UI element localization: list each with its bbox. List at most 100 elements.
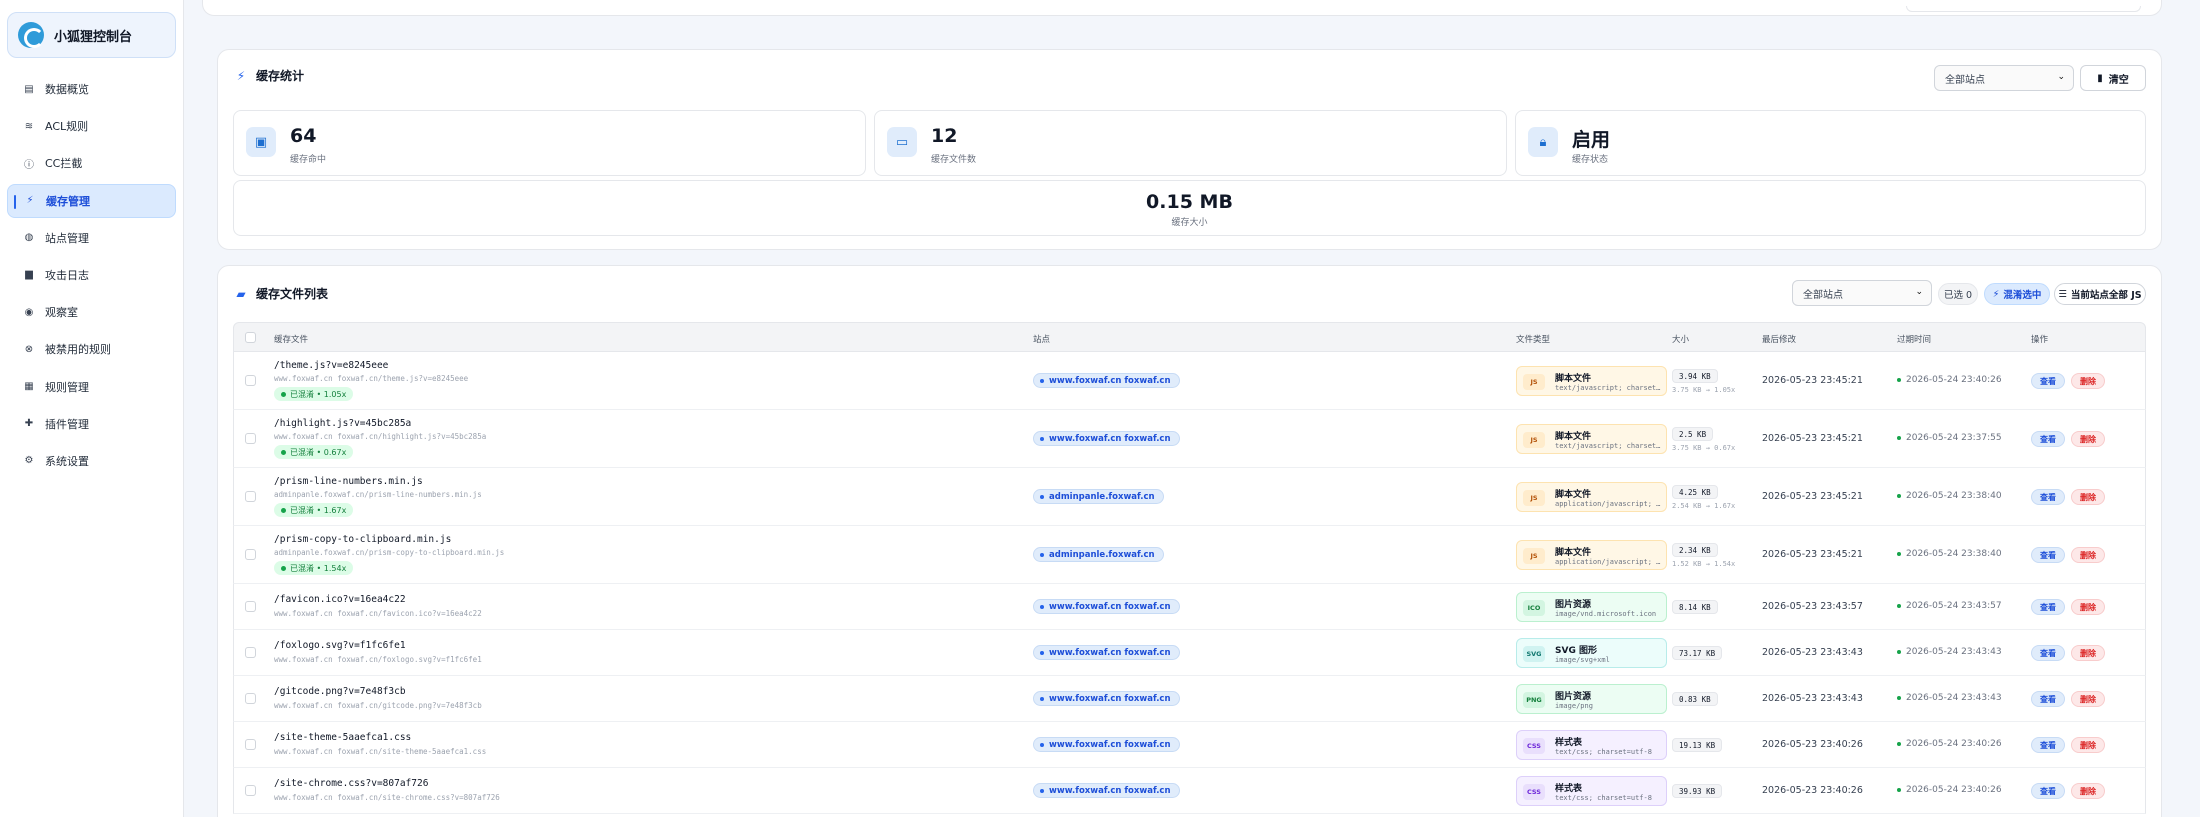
view-button[interactable]: 查看 xyxy=(2031,737,2065,753)
view-button[interactable]: 查看 xyxy=(2031,645,2065,661)
file-size: 2.34 KB xyxy=(1672,543,1718,557)
file-name[interactable]: /site-theme-5aaefca1.css xyxy=(274,732,411,743)
stat-files-label: 缓存文件数 xyxy=(931,155,977,165)
sidebar-item-7[interactable]: ⊗ 被禁用的规则 xyxy=(7,332,176,366)
sidebar-item-1[interactable]: ≋ ACL规则 xyxy=(7,109,176,143)
file-type-mime: application/javascript; charset=utf-8 xyxy=(1555,500,1663,508)
stats-site-select[interactable]: 全部站点 ⌄ xyxy=(1934,65,2074,91)
sidebar-item-label: 站点管理 xyxy=(45,231,89,245)
delete-button[interactable]: 删除 xyxy=(2071,489,2105,505)
cache-list-title: ▰ 缓存文件列表 xyxy=(234,285,328,302)
sidebar-item-4[interactable]: ◍ 站点管理 xyxy=(7,221,176,255)
file-name[interactable]: /prism-line-numbers.min.js xyxy=(274,476,423,487)
file-name[interactable]: /highlight.js?v=45bc285a xyxy=(274,418,411,429)
delete-button[interactable]: 删除 xyxy=(2071,547,2105,563)
hits-icon: ▣ xyxy=(246,127,276,157)
view-button[interactable]: 查看 xyxy=(2031,489,2065,505)
obfuscated-badge: 已混淆 • 1.05x xyxy=(274,387,354,401)
file-path: www.foxwaf.cn foxwaf.cn/gitcode.png?v=7e… xyxy=(274,701,482,710)
delete-button[interactable]: 删除 xyxy=(2071,691,2105,707)
row-checkbox[interactable] xyxy=(245,433,256,444)
select-all-checkbox[interactable] xyxy=(245,332,256,343)
file-size: 19.13 KB xyxy=(1672,738,1723,752)
modified-time: 2026-05-23 23:40:26 xyxy=(1762,785,1863,796)
bolt-icon: ⚡ xyxy=(236,68,246,83)
brand[interactable]: 小狐狸控制台 xyxy=(7,12,176,58)
list-site-select[interactable]: 全部站点 ⌄ xyxy=(1792,280,1932,306)
file-type-title: 图片资源 xyxy=(1555,600,1592,610)
site-badge[interactable]: www.foxwaf.cn foxwaf.cn xyxy=(1033,737,1180,752)
file-name[interactable]: /favicon.ico?v=16ea4c22 xyxy=(274,594,406,605)
view-button[interactable]: 查看 xyxy=(2031,783,2065,799)
row-checkbox[interactable] xyxy=(245,693,256,704)
row-checkbox[interactable] xyxy=(245,375,256,386)
file-path: adminpanle.foxwaf.cn/prism-copy-to-clipb… xyxy=(274,548,505,557)
file-name[interactable]: /theme.js?v=e8245eee xyxy=(274,360,388,371)
clear-cache-button[interactable]: ▮ 清空 xyxy=(2080,65,2146,91)
file-type-mime: image/png xyxy=(1555,702,1593,710)
rules-icon: ▦ xyxy=(24,381,34,392)
previous-card-control[interactable] xyxy=(1906,6,2141,12)
row-checkbox[interactable] xyxy=(245,491,256,502)
cache-stats-title-text: 缓存统计 xyxy=(256,69,305,83)
chevron-down-icon: ⌄ xyxy=(1915,287,1923,297)
js-file-icon: JS xyxy=(1523,490,1545,506)
view-button[interactable]: 查看 xyxy=(2031,691,2065,707)
cache-list-title-text: 缓存文件列表 xyxy=(256,287,329,301)
sidebar-item-8[interactable]: ▦ 规则管理 xyxy=(7,370,176,404)
col-modified: 最后修改 xyxy=(1762,335,1797,345)
sidebar-item-label: ACL规则 xyxy=(45,120,89,134)
sidebar-item-3[interactable]: ⚡ 缓存管理 xyxy=(7,183,176,218)
site-badge[interactable]: www.foxwaf.cn foxwaf.cn xyxy=(1033,599,1180,614)
delete-button[interactable]: 删除 xyxy=(2071,599,2105,615)
file-size-ratio: 3.75 KB → 1.05x xyxy=(1672,386,1736,394)
file-name[interactable]: /prism-copy-to-clipboard.min.js xyxy=(274,534,451,545)
file-name[interactable]: /foxlogo.svg?v=f1fc6fe1 xyxy=(274,640,406,651)
view-button[interactable]: 查看 xyxy=(2031,373,2065,389)
table-row: /theme.js?v=e8245eee www.foxwaf.cn foxwaf… xyxy=(233,352,2146,410)
sidebar-item-10[interactable]: ⚙ 系统设置 xyxy=(7,444,176,478)
row-checkbox[interactable] xyxy=(245,601,256,612)
row-checkbox[interactable] xyxy=(245,785,256,796)
site-all-js-button[interactable]: ☰ 当前站点全部 JS xyxy=(2054,283,2146,305)
sidebar-item-2[interactable]: ⓘ CC拦截 xyxy=(7,146,176,180)
site-badge[interactable]: www.foxwaf.cn foxwaf.cn xyxy=(1033,373,1180,388)
view-button[interactable]: 查看 xyxy=(2031,547,2065,563)
sidebar-nav: ▤ 数据概览 ≋ ACL规则 ⓘ CC拦截 ⚡ 缓存管理 ◍ 站点管理 ▆ 攻击日志 ◉ 观察室 ⊗ 被禁用的… xyxy=(7,72,176,481)
site-badge[interactable]: www.foxwaf.cn foxwaf.cn xyxy=(1033,691,1180,706)
obfuscated-badge: 已混淆 • 0.67x xyxy=(274,445,354,459)
sidebar-item-6[interactable]: ◉ 观察室 xyxy=(7,295,176,329)
site-badge[interactable]: adminpanle.foxwaf.cn xyxy=(1033,489,1164,504)
eye-icon: ◉ xyxy=(24,306,34,318)
view-button[interactable]: 查看 xyxy=(2031,431,2065,447)
table-row: /prism-line-numbers.min.js adminpanle.fox… xyxy=(233,468,2146,526)
row-checkbox[interactable] xyxy=(245,647,256,658)
file-path: www.foxwaf.cn foxwaf.cn/site-chrome.css?… xyxy=(274,793,500,802)
sidebar-item-5[interactable]: ▆ 攻击日志 xyxy=(7,258,176,292)
delete-button[interactable]: 删除 xyxy=(2071,783,2105,799)
row-checkbox[interactable] xyxy=(245,739,256,750)
file-name[interactable]: /gitcode.png?v=7e48f3cb xyxy=(274,686,406,697)
delete-button[interactable]: 删除 xyxy=(2071,645,2105,661)
file-size: 73.17 KB xyxy=(1672,646,1723,660)
obfuscate-selected-button[interactable]: ⚡ 混淆选中 xyxy=(1984,283,2050,305)
site-badge[interactable]: www.foxwaf.cn foxwaf.cn xyxy=(1033,783,1180,798)
site-badge[interactable]: adminpanle.foxwaf.cn xyxy=(1033,547,1164,562)
delete-button[interactable]: 删除 xyxy=(2071,431,2105,447)
delete-button[interactable]: 删除 xyxy=(2071,373,2105,389)
site-badge[interactable]: www.foxwaf.cn foxwaf.cn xyxy=(1033,645,1180,660)
folder-icon: ▭ xyxy=(887,127,917,157)
sidebar-item-9[interactable]: ✚ 插件管理 xyxy=(7,407,176,441)
delete-button[interactable]: 删除 xyxy=(2071,737,2105,753)
sidebar-item-0[interactable]: ▤ 数据概览 xyxy=(7,72,176,106)
row-checkbox[interactable] xyxy=(245,549,256,560)
globe-icon: ◍ xyxy=(24,232,34,244)
file-type-card: JS 脚本文件application/javascript; charset=ut… xyxy=(1516,540,1667,570)
file-type-mime: text/css; charset=utf-8 xyxy=(1555,748,1652,756)
folder-icon: ▰ xyxy=(236,286,246,301)
view-button[interactable]: 查看 xyxy=(2031,599,2065,615)
file-name[interactable]: /site-chrome.css?v=807af726 xyxy=(274,778,428,789)
file-size-ratio: 1.52 KB → 1.54x xyxy=(1672,560,1736,568)
site-badge[interactable]: www.foxwaf.cn foxwaf.cn xyxy=(1033,431,1180,446)
stat-cache-files: ▭ 12 缓存文件数 xyxy=(874,110,1507,176)
